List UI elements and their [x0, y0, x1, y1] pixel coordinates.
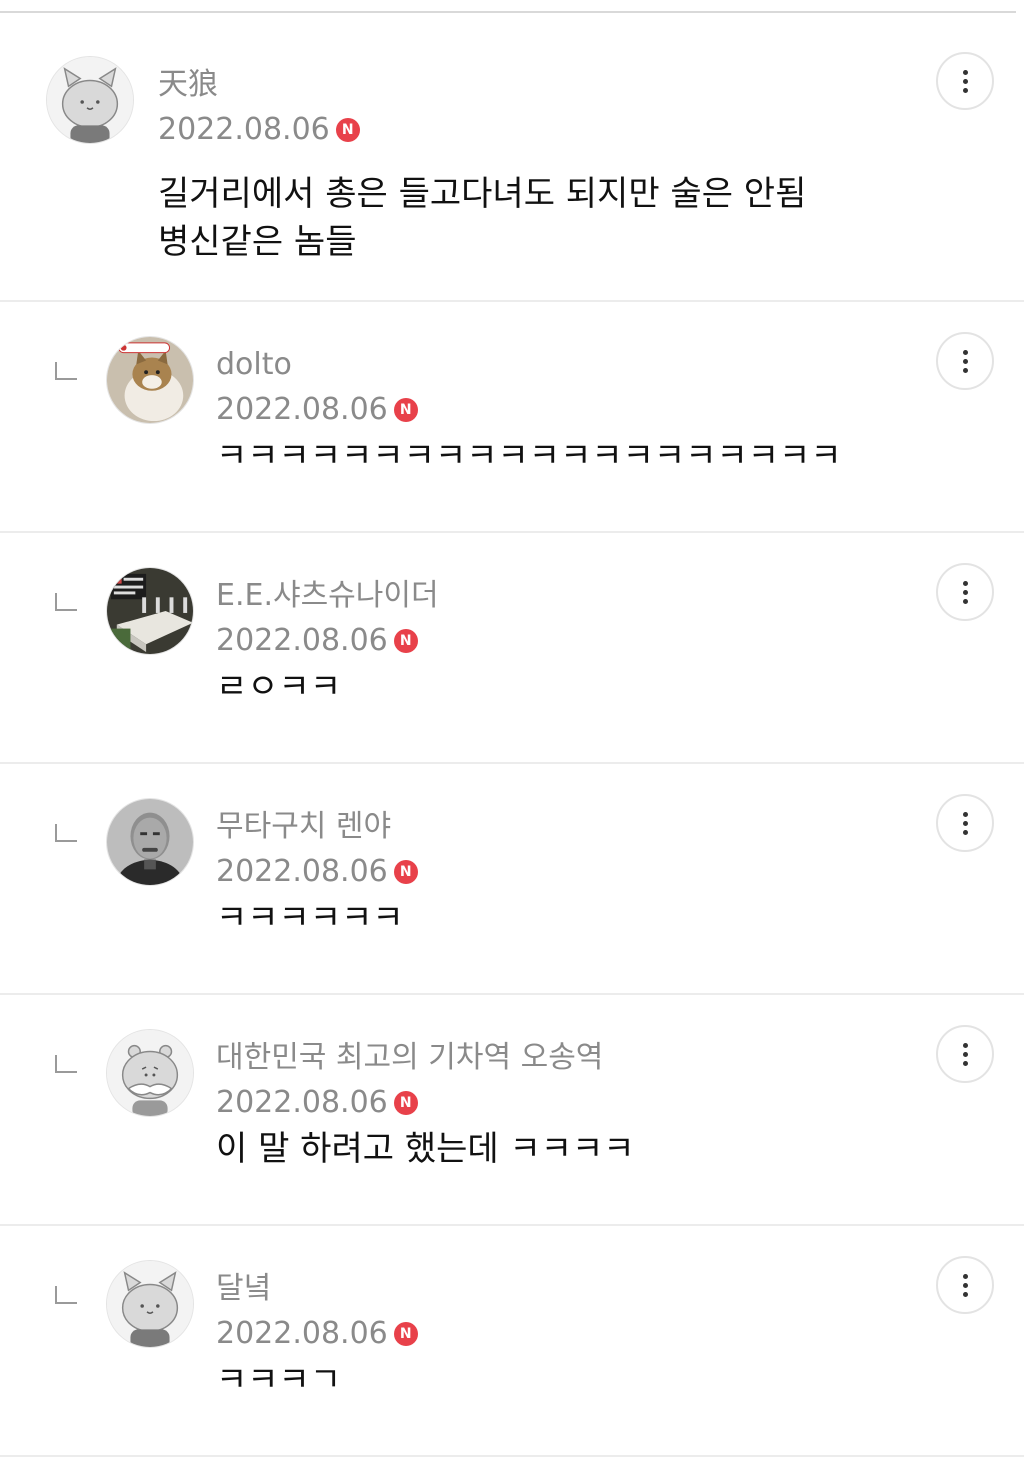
more-vertical-icon	[962, 580, 968, 604]
new-badge: N	[393, 860, 418, 884]
comment-meta: 대한민국 최고의 기차역 오송역 2022.08.06 N	[216, 1039, 603, 1121]
mustache-default-avatar-icon[interactable]	[106, 1029, 194, 1117]
comment-list: 天狼 2022.08.06 N 길거리에서 총은 들고다녀도 되지만 술은 안됨…	[0, 22, 1024, 1457]
comment-body: 이 말 하려고 했는데 ㅋㅋㅋㅋ	[216, 1125, 635, 1173]
comment-line: 길거리에서 총은 들고다녀도 되지만 술은 안됨	[158, 174, 807, 214]
comment-meta: dolto 2022.08.06 N	[216, 346, 418, 428]
more-options-button[interactable]	[936, 1256, 994, 1314]
reply-arrow-icon	[55, 824, 77, 842]
new-badge: N	[335, 118, 360, 142]
reply-item: 달녘 2022.08.06 N ㅋㅋㅋㄱ	[0, 1226, 1024, 1457]
comment-author[interactable]: 달녘	[216, 1270, 418, 1308]
comment-author[interactable]: 대한민국 최고의 기차역 오송역	[216, 1039, 603, 1077]
comment-date: 2022.08.06	[216, 392, 388, 427]
comment-body: 길거리에서 총은 들고다녀도 되지만 술은 안됨 병신같은 놈들	[158, 170, 806, 266]
date-row: 2022.08.06 N	[216, 392, 418, 428]
more-options-button[interactable]	[936, 332, 994, 390]
cat-default-avatar-icon[interactable]	[46, 56, 134, 144]
comment-line: ㄹㅇㅋㅋ	[216, 667, 342, 707]
reply-arrow-icon	[55, 362, 77, 380]
comment-meta: 天狼 2022.08.06 N	[158, 66, 360, 148]
new-badge: N	[393, 1322, 418, 1346]
comment-date: 2022.08.06	[216, 1085, 388, 1120]
top-divider	[0, 11, 1016, 13]
more-vertical-icon	[962, 1273, 968, 1297]
date-row: 2022.08.06 N	[216, 1316, 418, 1352]
reply-arrow-icon	[55, 1055, 77, 1073]
comment-author[interactable]: 天狼	[158, 66, 360, 104]
date-row: 2022.08.06 N	[158, 112, 360, 148]
comment-date: 2022.08.06	[158, 112, 330, 147]
portrait-avatar-icon[interactable]	[106, 798, 194, 886]
reply-arrow-icon	[55, 593, 77, 611]
comment-author[interactable]: 무타구치 렌야	[216, 808, 418, 846]
more-options-button[interactable]	[936, 563, 994, 621]
comment-meta: E.E.샤츠슈나이더 2022.08.06 N	[216, 577, 439, 659]
more-vertical-icon	[962, 349, 968, 373]
comment-meta: 무타구치 렌야 2022.08.06 N	[216, 808, 418, 890]
new-badge: N	[393, 398, 418, 422]
date-row: 2022.08.06 N	[216, 623, 439, 659]
cat-default-avatar-icon[interactable]	[106, 1260, 194, 1348]
comment-line: 병신같은 놈들	[158, 222, 357, 262]
date-row: 2022.08.06 N	[216, 1085, 603, 1121]
comment-body: ㄹㅇㅋㅋ	[216, 663, 341, 711]
comment-body: ㅋㅋㅋㄱ	[216, 1356, 341, 1404]
more-options-button[interactable]	[936, 52, 994, 110]
more-vertical-icon	[962, 1042, 968, 1066]
comment-date: 2022.08.06	[216, 623, 388, 658]
comment-meta: 달녘 2022.08.06 N	[216, 1270, 418, 1352]
more-options-button[interactable]	[936, 794, 994, 852]
photo-avatar-icon[interactable]	[106, 567, 194, 655]
more-options-button[interactable]	[936, 1025, 994, 1083]
reply-item: 무타구치 렌야 2022.08.06 N ㅋㅋㅋㅋㅋㅋ	[0, 764, 1024, 995]
comment-line: 이 말 하려고 했는데 ㅋㅋㅋㅋ	[216, 1129, 635, 1169]
comment-line: ㅋㅋㅋㅋㅋㅋㅋㅋㅋㅋㅋㅋㅋㅋㅋㅋㅋㅋㅋㅋ	[216, 436, 842, 476]
comment-date: 2022.08.06	[216, 1316, 388, 1351]
comment-author[interactable]: E.E.샤츠슈나이더	[216, 577, 439, 615]
new-badge: N	[393, 1091, 418, 1115]
cat-photo-avatar-icon[interactable]	[106, 336, 194, 424]
comment-body: ㅋㅋㅋㅋㅋㅋ	[216, 894, 404, 942]
date-row: 2022.08.06 N	[216, 854, 418, 890]
more-vertical-icon	[962, 69, 968, 93]
reply-item: E.E.샤츠슈나이더 2022.08.06 N ㄹㅇㅋㅋ	[0, 533, 1024, 764]
more-vertical-icon	[962, 811, 968, 835]
comment-item: 天狼 2022.08.06 N 길거리에서 총은 들고다녀도 되지만 술은 안됨…	[0, 22, 1024, 302]
comment-author[interactable]: dolto	[216, 346, 418, 384]
comment-line: ㅋㅋㅋㄱ	[216, 1360, 342, 1400]
comment-body: ㅋㅋㅋㅋㅋㅋㅋㅋㅋㅋㅋㅋㅋㅋㅋㅋㅋㅋㅋㅋ	[216, 432, 842, 480]
reply-item: dolto 2022.08.06 N ㅋㅋㅋㅋㅋㅋㅋㅋㅋㅋㅋㅋㅋㅋㅋㅋㅋㅋㅋㅋ	[0, 302, 1024, 533]
comment-line: ㅋㅋㅋㅋㅋㅋ	[216, 898, 404, 938]
new-badge: N	[393, 629, 418, 653]
reply-item: 대한민국 최고의 기차역 오송역 2022.08.06 N 이 말 하려고 했는…	[0, 995, 1024, 1226]
comment-date: 2022.08.06	[216, 854, 388, 889]
reply-arrow-icon	[55, 1286, 77, 1304]
